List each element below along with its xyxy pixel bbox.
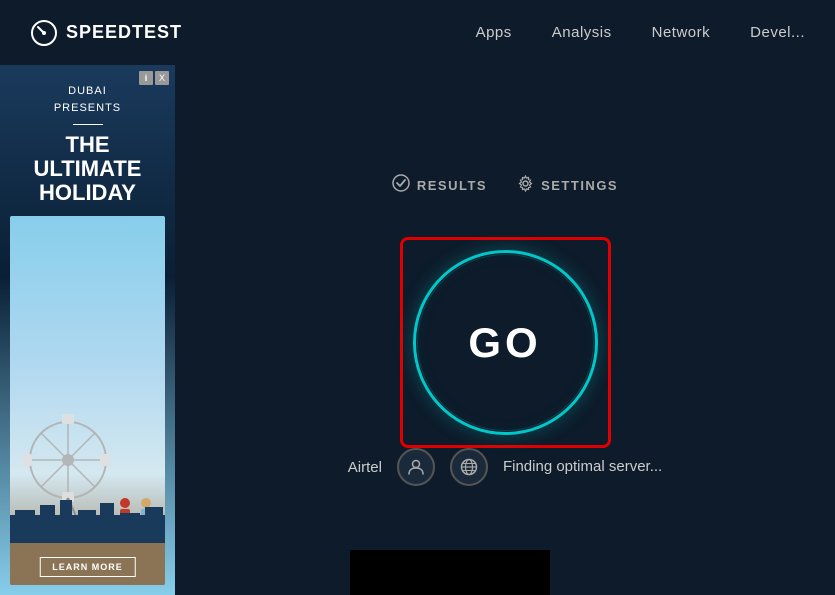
tabs-row: RESULTS SETTINGS: [392, 174, 618, 197]
ad-content: DUBAI PRESENTS THE ULTIMATE HOLIDAY: [0, 65, 175, 595]
user-icon-button[interactable]: [397, 448, 435, 486]
main-content: i X DUBAI PRESENTS THE ULTIMATE HOLIDAY: [0, 65, 835, 595]
speedtest-content: RESULTS SETTINGS GO Airtel: [175, 65, 835, 595]
globe-icon-button[interactable]: [450, 448, 488, 486]
speedtest-logo-icon: [30, 19, 58, 47]
tab-settings-label: SETTINGS: [541, 178, 618, 193]
ad-close-icon[interactable]: X: [155, 71, 169, 85]
bottom-info-row: Airtel Finding optimal server...: [348, 448, 662, 486]
ad-top-text: DUBAI PRESENTS: [54, 83, 121, 116]
go-button[interactable]: GO: [413, 250, 598, 435]
user-icon: [407, 458, 425, 476]
ad-sidebar: i X DUBAI PRESENTS THE ULTIMATE HOLIDAY: [0, 65, 175, 595]
globe-icon: [460, 458, 478, 476]
nav-item-network[interactable]: Network: [652, 24, 711, 41]
tab-results-label: RESULTS: [417, 178, 487, 193]
check-circle-icon: [392, 174, 410, 197]
ad-learn-more-button[interactable]: LEARN MORE: [39, 557, 136, 577]
ad-image: LEARN MORE: [10, 216, 165, 585]
nav-item-apps[interactable]: Apps: [476, 24, 512, 41]
ad-badge: i X: [139, 71, 169, 85]
nav-item-developer[interactable]: Devel...: [750, 24, 805, 41]
go-button-red-border: GO: [400, 237, 611, 448]
ad-headline: THE ULTIMATE HOLIDAY: [34, 133, 142, 206]
finding-server-text: Finding optimal server...: [503, 457, 662, 477]
ad-divider: [73, 124, 103, 125]
bottom-black-bar: [350, 550, 550, 595]
skyline-icon: [10, 495, 165, 545]
isp-name: Airtel: [348, 459, 382, 476]
nav-item-analysis[interactable]: Analysis: [552, 24, 612, 41]
header: SPEEDTEST Apps Analysis Network Devel...: [0, 0, 835, 65]
go-label: GO: [468, 319, 541, 367]
ad-info-icon[interactable]: i: [139, 71, 153, 85]
logo[interactable]: SPEEDTEST: [30, 19, 182, 47]
logo-text: SPEEDTEST: [66, 22, 182, 43]
gear-icon: [517, 175, 534, 197]
tab-settings[interactable]: SETTINGS: [517, 175, 618, 197]
ad-image-inner: LEARN MORE: [10, 216, 165, 585]
tab-results[interactable]: RESULTS: [392, 174, 487, 197]
navigation: Apps Analysis Network Devel...: [476, 24, 805, 41]
